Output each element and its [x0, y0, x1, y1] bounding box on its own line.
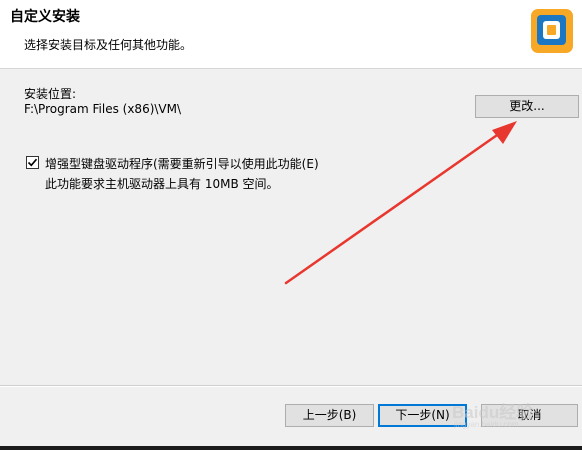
- next-button[interactable]: 下一步(N): [378, 404, 467, 427]
- cancel-button[interactable]: 取消: [481, 404, 578, 427]
- dialog-subtitle: 选择安装目标及任何其他功能。: [24, 38, 193, 52]
- dialog-header: 自定义安装 选择安装目标及任何其他功能。: [0, 0, 582, 69]
- checkmark-icon: [27, 158, 38, 167]
- enhanced-keyboard-label[interactable]: 增强型键盘驱动程序(需要重新引导以使用此功能(E): [45, 155, 319, 172]
- install-location-label: 安装位置:: [24, 87, 77, 101]
- vmware-logo-icon: [531, 9, 573, 53]
- change-button[interactable]: 更改...: [475, 95, 579, 118]
- footer-divider: [0, 385, 582, 387]
- dialog-title: 自定义安装: [10, 9, 80, 25]
- taskbar-strip: [0, 446, 582, 450]
- back-button[interactable]: 上一步(B): [285, 404, 374, 427]
- enhanced-keyboard-description: 此功能要求主机驱动器上具有 10MB 空间。: [45, 177, 279, 191]
- install-path-value: F:\Program Files (x86)\VM\: [24, 102, 182, 116]
- enhanced-keyboard-checkbox[interactable]: [26, 156, 39, 169]
